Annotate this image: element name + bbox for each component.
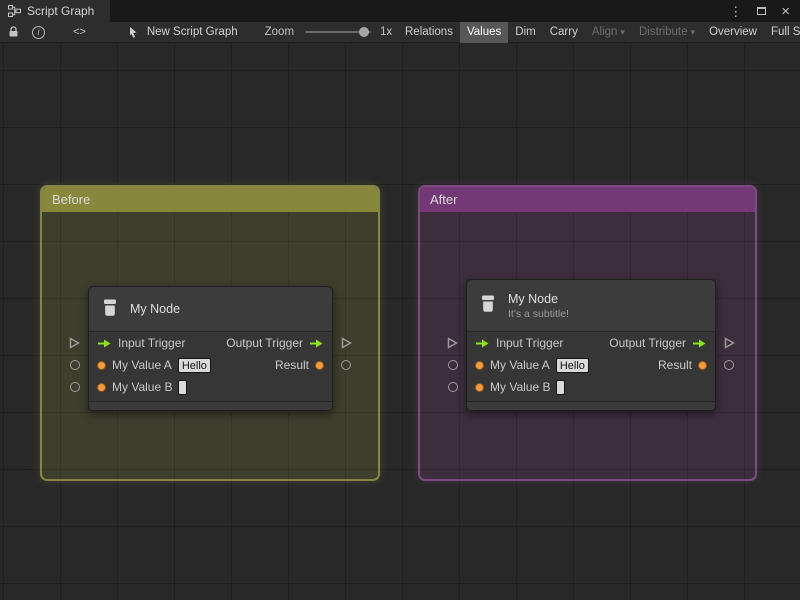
close-icon[interactable]: × <box>781 4 790 19</box>
graph-cursor-icon <box>128 26 140 39</box>
zoom-slider-knob[interactable] <box>359 27 370 37</box>
info-icon[interactable]: i <box>32 25 45 39</box>
value-b-port[interactable]: My Value B <box>475 379 566 395</box>
value-b-field[interactable] <box>556 379 566 395</box>
external-value-a-port[interactable] <box>70 360 80 370</box>
value-b-port[interactable]: My Value B <box>97 379 188 395</box>
chevron-down-icon: ▾ <box>620 27 625 37</box>
value-a-port[interactable]: My Value A Hello <box>475 357 589 373</box>
trigger-arrow-icon <box>310 339 323 347</box>
input-trigger-port[interactable]: Input Trigger <box>97 336 185 350</box>
port-label: My Value A <box>490 358 550 372</box>
window-controls: ⋮ × <box>729 0 800 22</box>
node-footer <box>467 401 715 410</box>
port-row: My Value A Hello Result <box>467 354 715 376</box>
external-trigger-out-port[interactable] <box>341 337 352 349</box>
node-header: My Node <box>89 287 332 332</box>
distribute-label: Distribute <box>638 26 688 38</box>
value-port-icon[interactable] <box>698 360 707 370</box>
port-label: My Value B <box>112 380 173 394</box>
overview-button[interactable]: Overview <box>702 22 764 43</box>
carry-button[interactable]: Carry <box>543 22 585 43</box>
external-result-port[interactable] <box>724 360 734 370</box>
node-icon <box>99 297 121 322</box>
external-trigger-out-port[interactable] <box>724 337 735 349</box>
port-row: Input Trigger Output Trigger <box>467 332 715 354</box>
maximize-icon[interactable] <box>757 7 767 15</box>
value-a-field[interactable]: Hello <box>177 357 211 373</box>
toolbar-buttons: Relations Values Dim Carry Align ▾ Distri… <box>398 22 800 43</box>
tab-script-graph[interactable]: Script Graph <box>0 0 111 22</box>
port-label: Output Trigger <box>609 336 686 350</box>
node-my-node-after[interactable]: My Node It's a subtitle! Input Trigger O… <box>447 279 735 411</box>
code-view-icon[interactable]: <> <box>73 26 86 38</box>
port-label: My Value B <box>490 380 551 394</box>
trigger-arrow-icon <box>476 339 489 347</box>
external-value-b-port[interactable] <box>448 382 458 392</box>
zoom-label: Zoom <box>264 26 295 38</box>
value-port-icon[interactable] <box>475 360 484 370</box>
script-graph-icon <box>8 5 21 17</box>
port-row: My Value B <box>467 376 715 398</box>
input-trigger-port[interactable]: Input Trigger <box>475 336 563 350</box>
lock-icon[interactable] <box>8 26 19 38</box>
port-label: Input Trigger <box>118 336 186 350</box>
result-port[interactable]: Result <box>275 358 324 372</box>
external-result-port[interactable] <box>341 360 351 370</box>
dim-button[interactable]: Dim <box>508 22 542 43</box>
output-trigger-port[interactable]: Output Trigger <box>226 336 324 350</box>
port-label: Input Trigger <box>496 336 564 350</box>
port-label: Output Trigger <box>226 336 303 350</box>
graph-toolbar: i <> New Script Graph Zoom 1x Relations … <box>0 22 800 43</box>
node-icon <box>477 293 499 318</box>
zoom-slider[interactable] <box>305 27 372 37</box>
menu-icon[interactable]: ⋮ <box>729 5 742 18</box>
port-row: My Value B <box>89 376 332 398</box>
port-label: Result <box>657 358 692 372</box>
port-label: Result <box>274 358 309 372</box>
values-button[interactable]: Values <box>459 22 509 43</box>
node-title: My Node <box>508 291 559 306</box>
fullscreen-button[interactable]: Full Screen <box>764 22 800 43</box>
node-subtitle: It's a subtitle! <box>508 307 569 320</box>
distribute-dropdown[interactable]: Distribute ▾ <box>632 22 702 43</box>
port-row: Input Trigger Output Trigger <box>89 332 332 354</box>
tab-title: Script Graph <box>27 4 95 18</box>
node-my-node-before[interactable]: My Node Input Trigger Output Trigger My … <box>69 286 352 411</box>
output-trigger-port[interactable]: Output Trigger <box>609 336 707 350</box>
value-port-icon[interactable] <box>97 360 106 370</box>
graph-name-breadcrumb[interactable]: New Script Graph <box>147 26 238 38</box>
relations-button[interactable]: Relations <box>398 22 460 43</box>
tab-strip: Script Graph ⋮ × <box>0 0 800 22</box>
graph-canvas[interactable]: Before After My Node Input Trigger Outpu… <box>0 43 800 600</box>
align-dropdown[interactable]: Align ▾ <box>585 22 632 43</box>
trigger-arrow-icon <box>693 339 706 347</box>
group-after-header[interactable]: After <box>420 187 755 212</box>
port-label: My Value A <box>112 358 172 372</box>
chevron-down-icon: ▾ <box>690 27 696 37</box>
zoom-value: 1x <box>380 26 393 38</box>
value-port-icon[interactable] <box>315 360 324 370</box>
node-footer <box>89 401 332 410</box>
external-value-a-port[interactable] <box>448 360 458 370</box>
value-a-port[interactable]: My Value A Hello <box>97 357 211 373</box>
node-title: My Node <box>130 302 181 316</box>
external-trigger-in-port[interactable] <box>447 337 458 349</box>
group-before-header[interactable]: Before <box>42 187 378 212</box>
node-header: My Node It's a subtitle! <box>467 280 715 332</box>
value-b-field[interactable] <box>178 379 188 395</box>
external-trigger-in-port[interactable] <box>69 337 80 349</box>
value-port-icon[interactable] <box>97 382 106 392</box>
align-label: Align <box>591 26 618 38</box>
result-port[interactable]: Result <box>658 358 707 372</box>
port-row: My Value A Hello Result <box>89 354 332 376</box>
value-a-field[interactable]: Hello <box>555 357 589 373</box>
trigger-arrow-icon <box>98 339 111 347</box>
value-port-icon[interactable] <box>475 382 484 392</box>
external-value-b-port[interactable] <box>70 382 80 392</box>
